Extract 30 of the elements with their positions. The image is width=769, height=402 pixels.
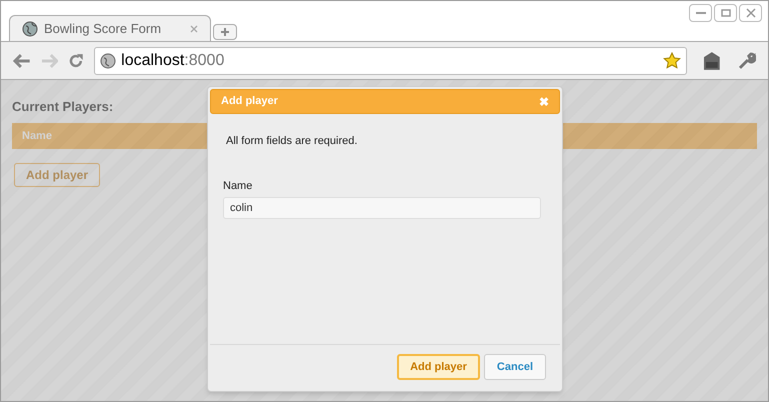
add-player-button[interactable]: Add player [14,163,100,187]
name-input-field[interactable]: colin [223,197,541,219]
minimize-button[interactable] [689,4,712,22]
back-arrow-icon[interactable] [13,54,31,68]
minimize-icon [696,12,706,14]
globe-icon [22,20,38,36]
wrench-icon[interactable] [738,52,756,70]
globe-icon [100,52,116,68]
column-header: Name [22,128,52,144]
cancel-button[interactable]: Cancel [484,354,546,380]
add-player-button[interactable]: Add player [397,354,480,380]
field-label: Name [223,178,254,194]
reload-icon[interactable] [68,52,84,68]
address-bar[interactable]: localhost:8000 [94,46,687,74]
maximize-button[interactable] [714,4,737,22]
dialog-title: Add player [221,94,279,110]
browser-tab[interactable]: Bowling Score Form [9,15,211,41]
close-icon [746,8,756,18]
tab-title: Bowling Score Form [44,20,162,38]
close-button[interactable]: ✖ [539,92,549,110]
star-icon[interactable] [662,52,681,70]
maximize-icon [720,9,730,17]
url-text: localhost:8000 [121,50,226,70]
close-window-button[interactable] [739,4,762,22]
plus-icon [220,27,230,37]
dialog-message: All form fields are required. [226,134,358,149]
close-icon[interactable] [190,24,198,32]
new-tab-button[interactable] [213,24,237,40]
page-heading: Current Players: [12,98,114,116]
tag-icon[interactable] [702,50,720,70]
